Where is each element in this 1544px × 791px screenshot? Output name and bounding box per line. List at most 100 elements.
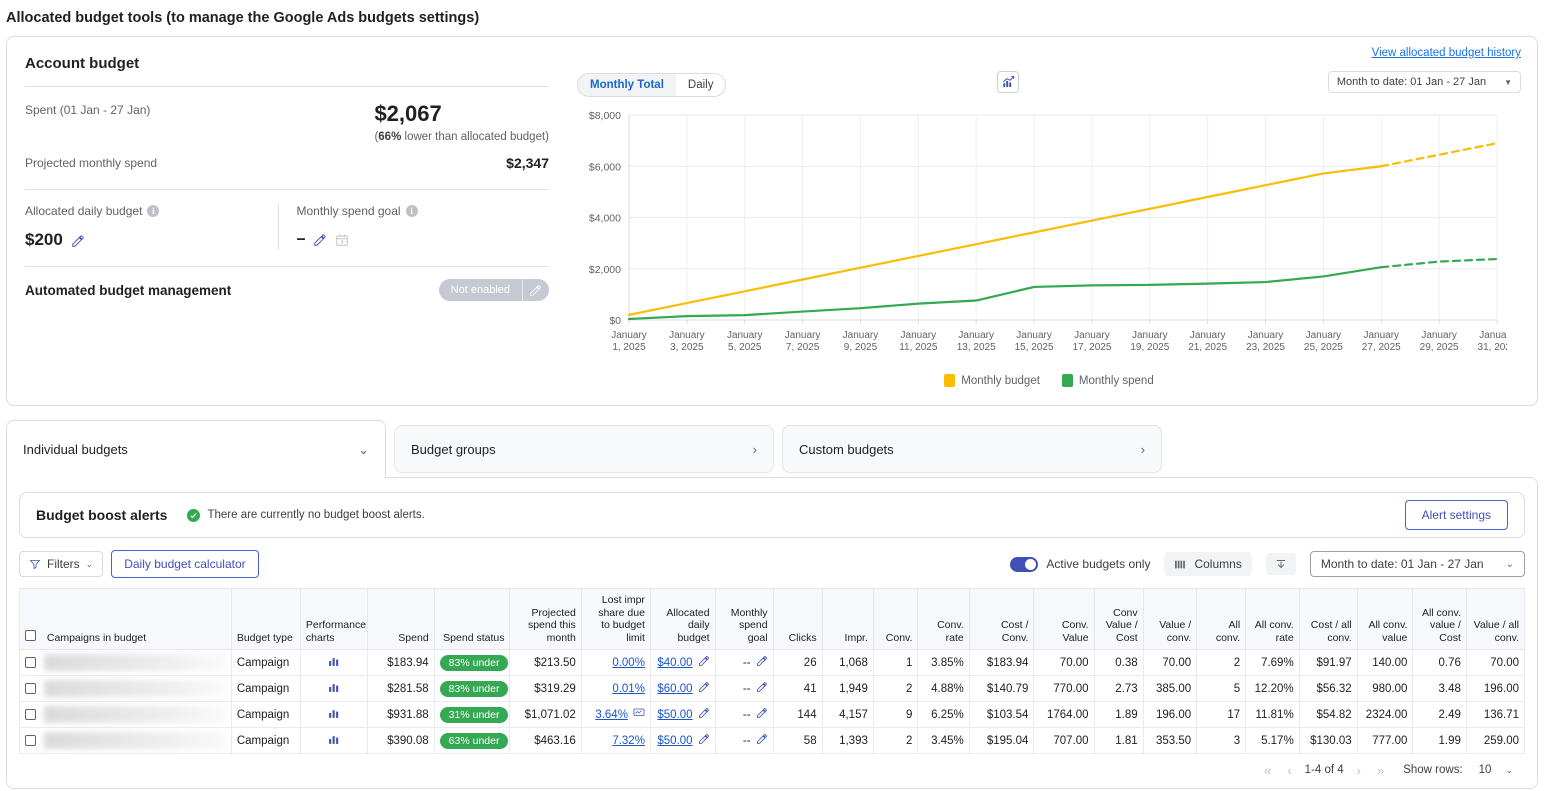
automated-budget-label: Automated budget management: [25, 283, 231, 298]
rows-per-page-select[interactable]: 10 ⌄: [1473, 762, 1519, 778]
info-icon[interactable]: i: [406, 205, 418, 217]
first-page-button[interactable]: «: [1261, 763, 1274, 778]
cell-monthly-spend-goal[interactable]: --: [715, 728, 773, 754]
col-value-per-all-conv[interactable]: Value / all conv.: [1466, 589, 1524, 650]
col-all-conv[interactable]: All conv.: [1197, 589, 1246, 650]
next-page-button[interactable]: ›: [1354, 763, 1364, 778]
cell-lost-impr-share[interactable]: 0.00%: [581, 650, 650, 676]
allocated-budget-link[interactable]: $50.00: [657, 735, 692, 747]
col-conv-value-per-cost[interactable]: Conv Value / Cost: [1094, 589, 1143, 650]
allocated-budget-link[interactable]: $40.00: [657, 657, 692, 669]
chart-date-range-selector[interactable]: Month to date: 01 Jan - 27 Jan ▼: [1328, 71, 1521, 93]
col-all-conv-value-per-cost[interactable]: All conv. value / Cost: [1413, 589, 1467, 650]
cell-lost-impr-share[interactable]: 3.64%: [581, 702, 650, 728]
row-checkbox[interactable]: [25, 683, 36, 694]
cell-allocated-daily-budget[interactable]: $60.00: [650, 676, 715, 702]
col-cost-per-all-conv[interactable]: Cost / all conv.: [1299, 589, 1357, 650]
col-impr[interactable]: Impr.: [822, 589, 873, 650]
select-all-checkbox[interactable]: [25, 630, 36, 641]
cell-lost-impr-share[interactable]: 7.32%: [581, 728, 650, 754]
allocated-budget-link[interactable]: $50.00: [657, 709, 692, 721]
row-checkbox[interactable]: [25, 657, 36, 668]
cell-lost-impr-share[interactable]: 0.01%: [581, 676, 650, 702]
alert-settings-button[interactable]: Alert settings: [1405, 500, 1508, 530]
cell-performance-chart[interactable]: [300, 650, 367, 676]
col-spend[interactable]: Spend: [367, 589, 434, 650]
edit-pencil-icon[interactable]: [756, 681, 768, 696]
col-all-conv-value[interactable]: All conv. value: [1357, 589, 1413, 650]
cell-campaign-name[interactable]: [20, 650, 232, 676]
col-clicks[interactable]: Clicks: [773, 589, 822, 650]
chart-view-toggle[interactable]: Monthly Total Daily: [577, 73, 726, 97]
cell-monthly-spend-goal[interactable]: --: [715, 676, 773, 702]
col-cost-per-conv[interactable]: Cost / Conv.: [969, 589, 1034, 650]
lost-impr-link[interactable]: 0.00%: [612, 657, 645, 669]
col-performance-charts[interactable]: Performance charts: [300, 589, 367, 650]
tab-monthly-total[interactable]: Monthly Total: [578, 74, 676, 96]
lost-impr-link[interactable]: 0.01%: [612, 683, 645, 695]
automated-budget-status-group[interactable]: Not enabled: [439, 279, 549, 301]
edit-pencil-icon[interactable]: [698, 707, 710, 722]
cell-performance-chart[interactable]: [300, 702, 367, 728]
edit-pencil-icon[interactable]: [756, 707, 768, 722]
row-checkbox[interactable]: [25, 709, 36, 720]
col-conv-rate[interactable]: Conv. rate: [918, 589, 969, 650]
chart-type-icon-button[interactable]: [997, 71, 1019, 93]
filters-button[interactable]: Filters ⌄: [19, 551, 103, 577]
cell-allocated-daily-budget[interactable]: $50.00: [650, 728, 715, 754]
automated-edit-button[interactable]: [522, 279, 549, 301]
col-conv[interactable]: Conv.: [873, 589, 918, 650]
edit-pencil-icon[interactable]: [71, 233, 85, 247]
col-allocated-daily-budget[interactable]: Allocated daily budget: [650, 589, 715, 650]
cell-campaign-name[interactable]: [20, 728, 232, 754]
table-row[interactable]: Campaign$183.9483% under$213.500.00%$40.…: [20, 650, 1525, 676]
col-spend-status[interactable]: Spend status: [434, 589, 510, 650]
prev-page-button[interactable]: ‹: [1284, 763, 1294, 778]
col-lost-impr-share[interactable]: Lost impr share due to budget limit: [581, 589, 650, 650]
tab-daily[interactable]: Daily: [676, 74, 726, 96]
columns-button[interactable]: Columns: [1164, 552, 1251, 576]
table-date-range-selector[interactable]: Month to date: 01 Jan - 27 Jan ⌄: [1310, 551, 1525, 577]
cell-monthly-spend-goal[interactable]: --: [715, 702, 773, 728]
toggle-switch[interactable]: [1010, 557, 1038, 572]
edit-pencil-icon[interactable]: [756, 733, 768, 748]
cell-allocated-daily-budget[interactable]: $40.00: [650, 650, 715, 676]
daily-budget-calculator-button[interactable]: Daily budget calculator: [111, 550, 258, 578]
edit-pencil-icon[interactable]: [313, 232, 327, 246]
tab-custom-budgets[interactable]: Custom budgets ›: [782, 425, 1162, 473]
allocated-budget-link[interactable]: $60.00: [657, 683, 692, 695]
cell-campaign-name[interactable]: [20, 702, 232, 728]
col-conv-value[interactable]: Conv. Value: [1034, 589, 1094, 650]
table-row[interactable]: Campaign$390.0863% under$463.167.32%$50.…: [20, 728, 1525, 754]
lost-impr-link[interactable]: 7.32%: [612, 735, 645, 747]
col-monthly-spend-goal[interactable]: Monthly spend goal: [715, 589, 773, 650]
cell-monthly-spend-goal[interactable]: --: [715, 650, 773, 676]
row-checkbox[interactable]: [25, 735, 36, 746]
tab-budget-groups[interactable]: Budget groups ›: [394, 425, 774, 473]
cell-performance-chart[interactable]: [300, 676, 367, 702]
col-projected-spend[interactable]: Projected spend this month: [510, 589, 581, 650]
tab-individual-budgets[interactable]: Individual budgets ⌄: [6, 420, 386, 478]
calendar-icon[interactable]: $: [335, 232, 349, 246]
cell-campaign-name[interactable]: [20, 676, 232, 702]
impression-share-icon[interactable]: [633, 707, 645, 722]
cell-allocated-daily-budget[interactable]: $50.00: [650, 702, 715, 728]
view-allocated-budget-history-link[interactable]: View allocated budget history: [1372, 47, 1521, 59]
download-button[interactable]: [1266, 553, 1296, 575]
cell-performance-chart[interactable]: [300, 728, 367, 754]
edit-pencil-icon[interactable]: [698, 655, 710, 670]
col-campaigns-in-budget[interactable]: Campaigns in budget: [20, 589, 232, 650]
edit-pencil-icon[interactable]: [756, 655, 768, 670]
table-row[interactable]: Campaign$931.8831% under$1,071.023.64%$5…: [20, 702, 1525, 728]
col-value-per-conv[interactable]: Value / conv.: [1143, 589, 1197, 650]
lost-impr-link[interactable]: 3.64%: [595, 709, 628, 721]
col-all-conv-rate[interactable]: All conv. rate: [1246, 589, 1300, 650]
edit-pencil-icon[interactable]: [698, 733, 710, 748]
allocated-daily-budget-label: Allocated daily budget: [25, 204, 142, 218]
info-icon[interactable]: i: [147, 205, 159, 217]
edit-pencil-icon[interactable]: [698, 681, 710, 696]
table-row[interactable]: Campaign$281.5883% under$319.290.01%$60.…: [20, 676, 1525, 702]
col-budget-type[interactable]: Budget type: [231, 589, 300, 650]
last-page-button[interactable]: »: [1374, 763, 1387, 778]
active-budgets-only-toggle[interactable]: Active budgets only: [1010, 557, 1150, 572]
